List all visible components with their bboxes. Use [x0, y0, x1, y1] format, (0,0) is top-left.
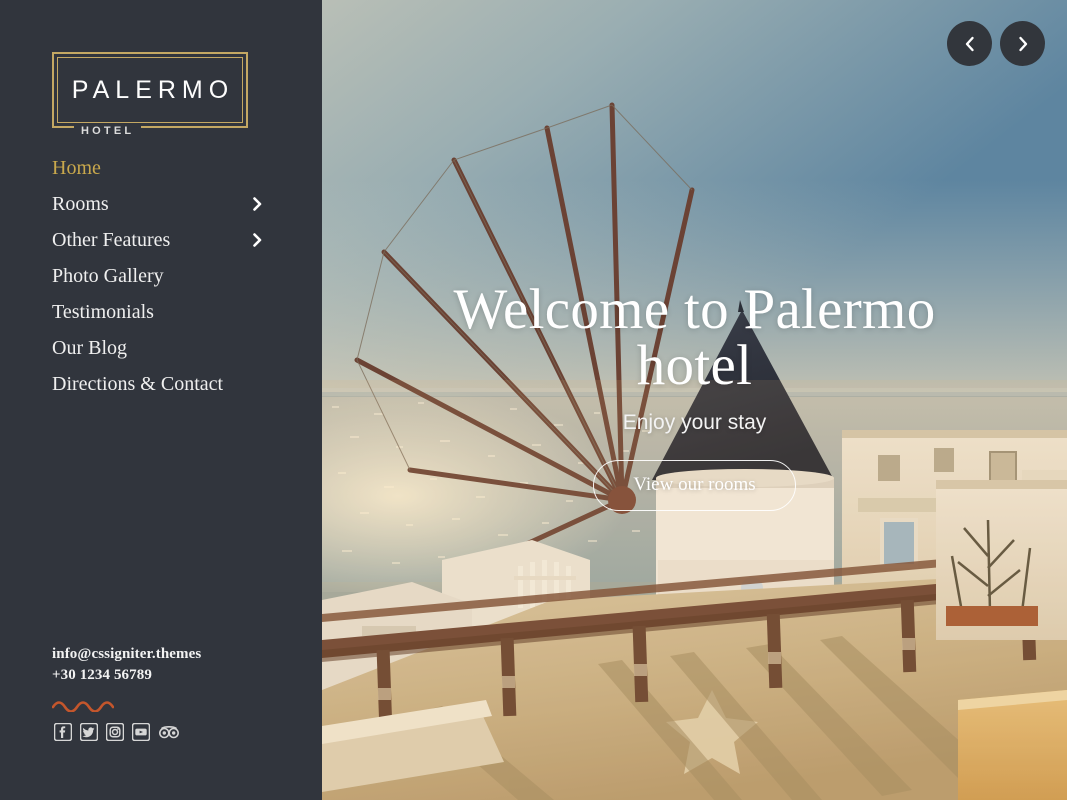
hero-subtitle: Enjoy your stay [622, 410, 767, 434]
nav-label: Other Features [52, 229, 171, 251]
instagram-icon[interactable] [106, 723, 124, 741]
chevron-right-icon[interactable] [251, 230, 265, 250]
nav-label: Photo Gallery [52, 265, 164, 287]
view-our-rooms-button[interactable]: View our rooms [593, 459, 796, 511]
social-links [54, 723, 179, 741]
sidebar-item-testimonials[interactable]: Testimonials [52, 302, 277, 338]
slider-prev-button[interactable] [947, 21, 992, 66]
page-title: Welcome to Palermo hotel [453, 278, 936, 397]
sidebar-item-other-features[interactable]: Other Features [52, 230, 277, 266]
twitter-icon[interactable] [80, 723, 98, 741]
contact-phone[interactable]: +30 1234 56789 [52, 665, 292, 686]
sidebar: PALERMO HOTEL Home Rooms Other Features [0, 0, 322, 800]
wave-divider-icon [52, 700, 114, 712]
facebook-icon[interactable] [54, 723, 72, 741]
nav-label: Rooms [52, 193, 109, 215]
main-navigation: Home Rooms Other Features Photo Gallery … [52, 158, 277, 410]
sidebar-item-home[interactable]: Home [52, 158, 277, 194]
nav-label: Directions & Contact [52, 373, 224, 395]
nav-label: Home [52, 157, 101, 179]
site-logo[interactable]: PALERMO HOTEL [52, 52, 248, 137]
hotel-homepage: PALERMO HOTEL Home Rooms Other Features [0, 0, 1067, 800]
slider-navigation [947, 21, 1045, 66]
sidebar-item-directions-contact[interactable]: Directions & Contact [52, 374, 277, 410]
chevron-left-icon [965, 36, 974, 51]
logo-brand-name: PALERMO [71, 76, 235, 104]
chevron-right-icon[interactable] [251, 194, 265, 214]
nav-label: Testimonials [52, 301, 154, 323]
logo-brand-sub: HOTEL [74, 125, 142, 137]
tripadvisor-icon[interactable] [158, 723, 179, 741]
youtube-icon[interactable] [132, 723, 150, 741]
sidebar-item-rooms[interactable]: Rooms [52, 194, 277, 230]
nav-label: Our Blog [52, 337, 127, 359]
sidebar-item-our-blog[interactable]: Our Blog [52, 338, 277, 374]
chevron-right-icon [1018, 36, 1027, 51]
contact-block: info@cssigniter.themes +30 1234 56789 [52, 644, 292, 712]
hero-content: Welcome to Palermo hotel Enjoy your stay… [322, 278, 1067, 511]
contact-email[interactable]: info@cssigniter.themes [52, 644, 292, 665]
sidebar-item-photo-gallery[interactable]: Photo Gallery [52, 266, 277, 302]
hero-slider: Welcome to Palermo hotel Enjoy your stay… [322, 0, 1067, 800]
slider-next-button[interactable] [1000, 21, 1045, 66]
